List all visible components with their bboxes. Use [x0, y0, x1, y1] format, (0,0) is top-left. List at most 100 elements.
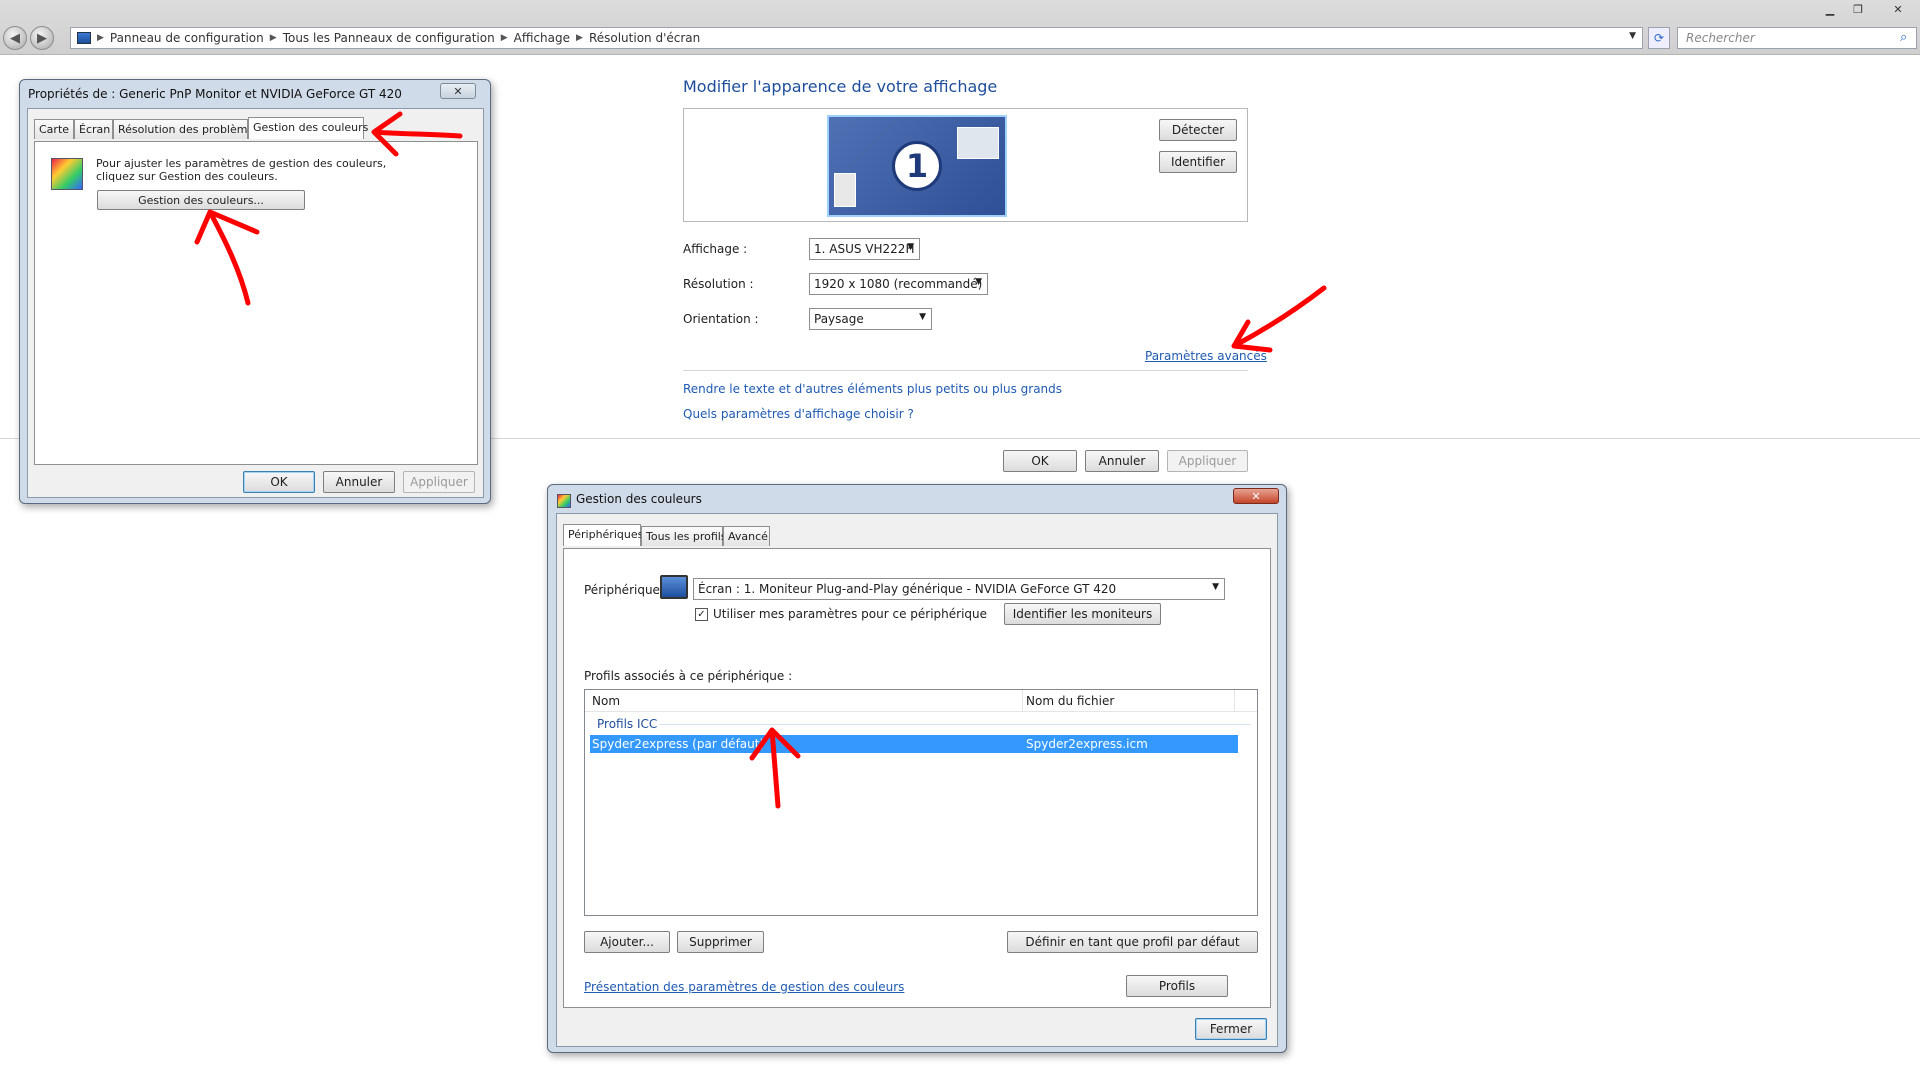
identify-button[interactable]: Identifier [1159, 151, 1237, 173]
breadcrumb-item[interactable]: Panneau de configuration [110, 31, 264, 45]
orientation-label: Orientation : [683, 312, 759, 326]
ok-button[interactable]: OK [243, 471, 315, 493]
address-bar[interactable]: ▶ Panneau de configuration ▶ Tous les Pa… [70, 27, 1643, 49]
tab-strip: Périphériques Tous les profils Avancé [563, 524, 1263, 548]
chevron-down-icon: ▼ [975, 277, 982, 287]
tab-carte[interactable]: Carte [34, 119, 74, 139]
search-icon[interactable]: ⌕ [1900, 30, 1907, 45]
use-settings-label: Utiliser mes paramètres pour ce périphér… [713, 607, 988, 621]
monitor-tile[interactable]: 1 [827, 115, 1007, 217]
text-size-link[interactable]: Rendre le texte et d'autres éléments plu… [683, 382, 1062, 396]
page-title: Modifier l'apparence de votre affichage [683, 77, 998, 96]
device-select-value: Écran : 1. Moniteur Plug-and-Play généri… [698, 582, 1117, 596]
column-header-name[interactable]: Nom [592, 694, 620, 708]
display-label: Affichage : [683, 242, 748, 256]
which-settings-link[interactable]: Quels paramètres d'affichage choisir ? [683, 407, 914, 421]
address-dropdown-icon[interactable]: ▼ [1629, 31, 1636, 41]
breadcrumb-item[interactable]: Tous les Panneaux de configuration [283, 31, 495, 45]
advanced-settings-link[interactable]: Paramètres avancés [1145, 349, 1267, 363]
dialog-title: Gestion des couleurs [576, 492, 702, 506]
list-header: Nom Nom du fichier [585, 690, 1257, 712]
display-select-value: 1. ASUS VH222H [814, 242, 915, 256]
tab-ecran[interactable]: Écran [74, 119, 113, 139]
tab-panel: Périphérique : Écran : 1. Moniteur Plug-… [563, 548, 1271, 1008]
chevron-right-icon: ▶ [576, 33, 583, 43]
control-panel-icon [77, 32, 91, 44]
monitor-preview-panel: 1 Détecter Identifier [683, 108, 1248, 222]
device-select[interactable]: Écran : 1. Moniteur Plug-and-Play généri… [693, 578, 1225, 600]
identify-monitors-button[interactable]: Identifier les moniteurs [1004, 603, 1161, 625]
column-divider [1022, 690, 1023, 712]
profile-file: Spyder2express.icm [1026, 737, 1148, 751]
refresh-icon[interactable]: ⟳ [1648, 27, 1670, 49]
explorer-toolbar: ◀ ▶ ▶ Panneau de configuration ▶ Tous le… [0, 0, 1920, 55]
cancel-button[interactable]: Annuler [1085, 450, 1159, 472]
profiles-list[interactable]: Nom Nom du fichier Profils ICC Spyder2ex… [584, 689, 1258, 916]
color-management-icon [557, 494, 571, 508]
tab-strip: Carte Écran Résolution des problèmes Ges… [34, 117, 480, 141]
group-header: Profils ICC [597, 717, 658, 731]
close-icon[interactable]: ✕ [1233, 488, 1279, 504]
chevron-right-icon: ▶ [97, 33, 104, 43]
set-default-button[interactable]: Définir en tant que profil par défaut [1007, 931, 1258, 953]
tab-troubleshoot[interactable]: Résolution des problèmes [113, 119, 260, 139]
profile-name: Spyder2express (par défaut) [592, 737, 765, 751]
search-input[interactable]: Rechercher [1677, 27, 1917, 49]
properties-dialog: Propriétés de : Generic PnP Monitor et N… [19, 79, 491, 504]
display-select[interactable]: 1. ASUS VH222H ▼ [809, 238, 920, 260]
breadcrumb-item[interactable]: Résolution d'écran [589, 31, 700, 45]
device-label: Périphérique : [584, 583, 668, 597]
close-icon[interactable]: ✕ [1880, 0, 1916, 18]
tab-advanced[interactable]: Avancé [723, 526, 770, 546]
close-button[interactable]: Fermer [1195, 1018, 1267, 1040]
group-divider [660, 724, 1250, 725]
dialog-body: Périphériques Tous les profils Avancé Pé… [556, 513, 1278, 1047]
document-icon [834, 173, 856, 207]
minimize-icon[interactable]: ▁ [1816, 0, 1844, 18]
orientation-select[interactable]: Paysage ▼ [809, 308, 932, 330]
divider [683, 370, 1248, 371]
apply-button[interactable]: Appliquer [1167, 450, 1248, 472]
chevron-right-icon: ▶ [269, 33, 277, 43]
tab-panel: Pour ajuster les paramètres de gestion d… [34, 141, 478, 465]
annotation-arrow [1231, 285, 1327, 353]
tab-color-management[interactable]: Gestion des couleurs [248, 117, 368, 139]
color-management-dialog: Gestion des couleurs ✕ Périphériques Tou… [547, 484, 1287, 1053]
orientation-select-value: Paysage [814, 312, 864, 326]
dialog-title: Propriétés de : Generic PnP Monitor et N… [28, 87, 402, 101]
overview-link[interactable]: Présentation des paramètres de gestion d… [584, 980, 904, 994]
back-button[interactable]: ◀ [3, 26, 27, 50]
color-management-description: Pour ajuster les paramètres de gestion d… [96, 157, 387, 183]
close-icon[interactable]: ✕ [440, 83, 476, 99]
add-button[interactable]: Ajouter... [584, 931, 670, 953]
tab-devices[interactable]: Périphériques [563, 524, 643, 546]
forward-button[interactable]: ▶ [30, 26, 54, 50]
table-row[interactable]: Spyder2express (par défaut) Spyder2expre… [590, 735, 1238, 753]
apply-button[interactable]: Appliquer [403, 471, 475, 493]
column-divider [1234, 690, 1235, 712]
column-header-file[interactable]: Nom du fichier [1026, 694, 1114, 708]
resolution-select[interactable]: 1920 x 1080 (recommandé) ▼ [809, 273, 988, 295]
use-settings-checkbox[interactable]: ✓ [695, 608, 708, 621]
remove-button[interactable]: Supprimer [677, 931, 764, 953]
dialog-body: Carte Écran Résolution des problèmes Ges… [27, 108, 484, 498]
chevron-right-icon: ▶ [500, 33, 508, 43]
detect-button[interactable]: Détecter [1159, 119, 1237, 141]
resolution-label: Résolution : [683, 277, 754, 291]
profiles-button[interactable]: Profils [1126, 975, 1228, 997]
breadcrumb-item[interactable]: Affichage [514, 31, 570, 45]
tab-all-profiles[interactable]: Tous les profils [641, 526, 727, 546]
cancel-button[interactable]: Annuler [323, 471, 395, 493]
monitor-number-badge: 1 [892, 141, 942, 191]
window-icon [957, 127, 999, 159]
profiles-label: Profils associés à ce périphérique : [584, 669, 793, 683]
ok-button[interactable]: OK [1003, 450, 1077, 472]
color-management-button[interactable]: Gestion des couleurs... [97, 190, 305, 210]
maximize-icon[interactable]: ❐ [1844, 0, 1872, 18]
monitor-icon [660, 575, 688, 599]
chevron-down-icon: ▼ [1212, 582, 1219, 592]
color-management-icon [51, 158, 83, 190]
chevron-down-icon: ▼ [919, 312, 926, 322]
resolution-select-value: 1920 x 1080 (recommandé) [814, 277, 983, 291]
chevron-down-icon: ▼ [907, 242, 914, 252]
